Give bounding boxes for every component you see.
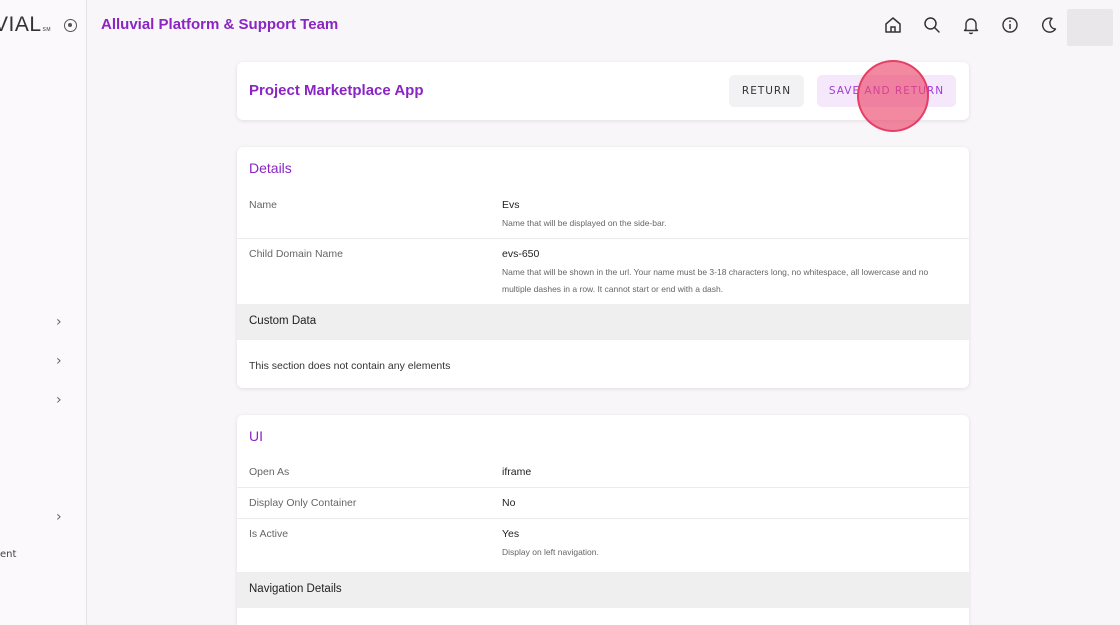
details-card: Details Name Evs Name that will be displ… [237, 147, 969, 388]
display-only-row: Display Only Container No [237, 488, 969, 519]
sidebar: VIALSM › › › › ent [0, 0, 87, 625]
custom-data-title: Custom Data [249, 315, 317, 327]
chevron-right-icon[interactable]: › [56, 315, 68, 329]
chevron-right-icon[interactable]: › [56, 354, 68, 368]
team-title: Alluvial Platform & Support Team [101, 16, 339, 33]
search-icon[interactable] [922, 15, 942, 35]
display-only-label: Display Only Container [249, 497, 357, 509]
home-icon[interactable] [883, 15, 903, 35]
details-section-title: Details [249, 160, 292, 176]
logo: VIALSM [0, 13, 52, 36]
info-icon[interactable] [1000, 15, 1020, 35]
name-value: Evs [502, 199, 520, 211]
child-domain-value: evs-650 [502, 248, 540, 260]
avatar[interactable] [1067, 9, 1113, 46]
bell-icon[interactable] [961, 15, 981, 35]
save-and-return-button[interactable]: SAVE AND RETURN [817, 75, 956, 107]
top-bar: Alluvial Platform & Support Team [87, 0, 1120, 52]
pin-sidebar-icon[interactable] [64, 19, 77, 32]
child-domain-label: Child Domain Name [249, 248, 343, 260]
is-active-value: Yes [502, 528, 520, 540]
open-as-label: Open As [249, 466, 290, 478]
ui-card: UI Open As iframe Display Only Container… [237, 415, 969, 625]
moon-icon[interactable] [1039, 15, 1059, 35]
empty-section-message: This section does not contain any elemen… [249, 360, 451, 372]
chevron-right-icon[interactable]: › [56, 510, 68, 524]
return-button[interactable]: RETURN [729, 75, 804, 107]
child-domain-help-text: Name that will be shown in the url. Your… [502, 267, 929, 294]
page-header-card: Project Marketplace App RETURN SAVE AND … [237, 62, 969, 120]
custom-data-subheader: Custom Data [237, 304, 969, 340]
page-title: Project Marketplace App [249, 82, 424, 99]
open-as-row: Open As iframe [237, 457, 969, 488]
is-active-row: Is Active Yes Display on left navigation… [237, 519, 969, 572]
navigation-details-subheader: Navigation Details [237, 572, 969, 608]
sidebar-item-fragment[interactable] [0, 199, 2, 207]
navigation-details-title: Navigation Details [249, 583, 342, 595]
chevron-right-icon[interactable]: › [56, 393, 68, 407]
logo-trademark: SM [42, 27, 52, 33]
display-only-value: No [502, 497, 516, 509]
name-label: Name [249, 199, 278, 211]
child-domain-row: Child Domain Name evs-650 Name that will… [237, 239, 969, 304]
ui-section-title: UI [249, 428, 263, 444]
sidebar-item-label[interactable]: ent [0, 549, 16, 560]
is-active-label: Is Active [249, 528, 289, 540]
is-active-help-text: Display on left navigation. [502, 547, 599, 557]
name-row: Name Evs Name that will be displayed on … [237, 189, 969, 239]
name-help-text: Name that will be displayed on the side-… [502, 218, 667, 228]
open-as-value: iframe [502, 466, 532, 478]
